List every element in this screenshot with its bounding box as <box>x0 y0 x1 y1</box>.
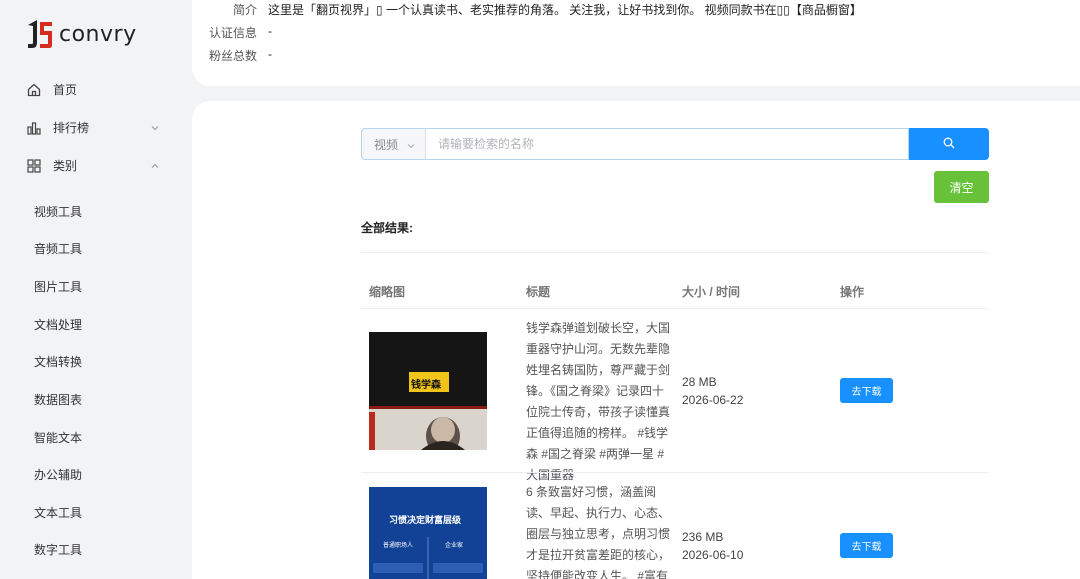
download-button[interactable]: 去下载 <box>840 533 893 558</box>
cert-value: - <box>268 24 272 38</box>
home-icon <box>26 82 42 98</box>
result-title: 钱学森弹道划破长空，大国重器守护山河。无数先辈隐姓埋名铸国防，尊严藏于剑锋。《国… <box>526 321 671 482</box>
search-button[interactable] <box>909 128 989 160</box>
intro-value: 这里是「翻页视界」▯ 一个认真读书、老实推荐的角落。 关注我，让好书找到你。 视… <box>268 3 862 17</box>
result-thumbnail[interactable]: 习惯决定财富层级 普通职场人 企业家 <box>369 487 487 579</box>
result-date: 2026-06-10 <box>682 548 744 562</box>
sidebar-subitem-image-tools[interactable]: 图片工具 <box>34 278 82 295</box>
fans-value: - <box>268 47 272 61</box>
column-header-title: 标题 <box>526 285 551 299</box>
search-input[interactable] <box>425 128 909 160</box>
search-bar: 视频 <box>361 128 989 160</box>
column-header-size-time: 大小 / 时间 <box>682 285 741 299</box>
row-divider <box>361 472 989 473</box>
thumbnail-caption: 习惯决定财富层级 <box>389 515 462 525</box>
column-header-action: 操作 <box>840 285 865 299</box>
fans-label: 粉丝总数 <box>208 49 257 63</box>
logo-mark-icon <box>25 17 55 51</box>
thumbnail-left-label: 普通职场人 <box>383 543 414 549</box>
sidebar-subitem-doc-conversion[interactable]: 文档转换 <box>34 353 82 370</box>
sidebar-item-home[interactable]: 首页 <box>26 81 166 98</box>
intro-label: 简介 <box>232 3 257 17</box>
search-type-select[interactable]: 视频 <box>361 128 425 160</box>
sidebar-subitem-data-charts[interactable]: 数据图表 <box>34 391 82 408</box>
result-thumbnail[interactable]: 钱学森 <box>369 332 487 450</box>
divider <box>361 252 989 253</box>
chart-bar-icon <box>26 120 42 136</box>
sidebar-subitem-office-assist[interactable]: 办公辅助 <box>34 466 82 483</box>
sidebar-item-label: 首页 <box>53 83 78 97</box>
grid-icon <box>26 158 42 174</box>
sidebar-subitem-audio-tools[interactable]: 音频工具 <box>34 240 82 257</box>
results-title: 全部结果: <box>361 221 413 235</box>
search-type-value: 视频 <box>374 137 399 152</box>
sidebar: convry 首页 排行榜 类别 视频工具 音频工具 图片工具 文档处理 文档转… <box>0 0 190 579</box>
sidebar-item-ranking[interactable]: 排行榜 <box>26 119 166 136</box>
chevron-down-icon <box>406 140 416 154</box>
chevron-up-icon <box>150 160 160 174</box>
search-icon <box>943 137 955 152</box>
thumbnail-right-label: 企业家 <box>445 543 464 549</box>
sidebar-subitem-video-tools[interactable]: 视频工具 <box>34 203 82 220</box>
sidebar-item-label: 类别 <box>53 159 78 173</box>
sidebar-item-category[interactable]: 类别 <box>26 157 166 174</box>
clear-button[interactable]: 清空 <box>934 171 989 203</box>
brand-logo[interactable]: convry <box>25 17 137 51</box>
sidebar-subitem-number-tools[interactable]: 数字工具 <box>34 541 82 558</box>
column-header-thumbnail: 缩略图 <box>369 285 406 299</box>
sidebar-subitem-doc-processing[interactable]: 文档处理 <box>34 316 82 333</box>
sidebar-subitem-smart-text[interactable]: 智能文本 <box>34 429 82 446</box>
brand-name: convry <box>59 21 137 47</box>
sidebar-subitem-text-tools[interactable]: 文本工具 <box>34 504 82 521</box>
result-title: 6 条致富好习惯，涵盖阅读、早起、执行力、心态、圈层与独立思考，点明习惯才是拉开… <box>526 485 671 579</box>
download-button[interactable]: 去下载 <box>840 378 893 403</box>
row-divider <box>361 308 989 309</box>
result-date: 2026-06-22 <box>682 393 744 407</box>
sidebar-item-label: 排行榜 <box>53 121 90 135</box>
cert-label: 认证信息 <box>208 26 257 40</box>
thumbnail-caption: 钱学森 <box>411 380 441 391</box>
profile-card: 简介 这里是「翻页视界」▯ 一个认真读书、老实推荐的角落。 关注我，让好书找到你… <box>192 0 1080 86</box>
chevron-down-icon <box>150 122 160 136</box>
